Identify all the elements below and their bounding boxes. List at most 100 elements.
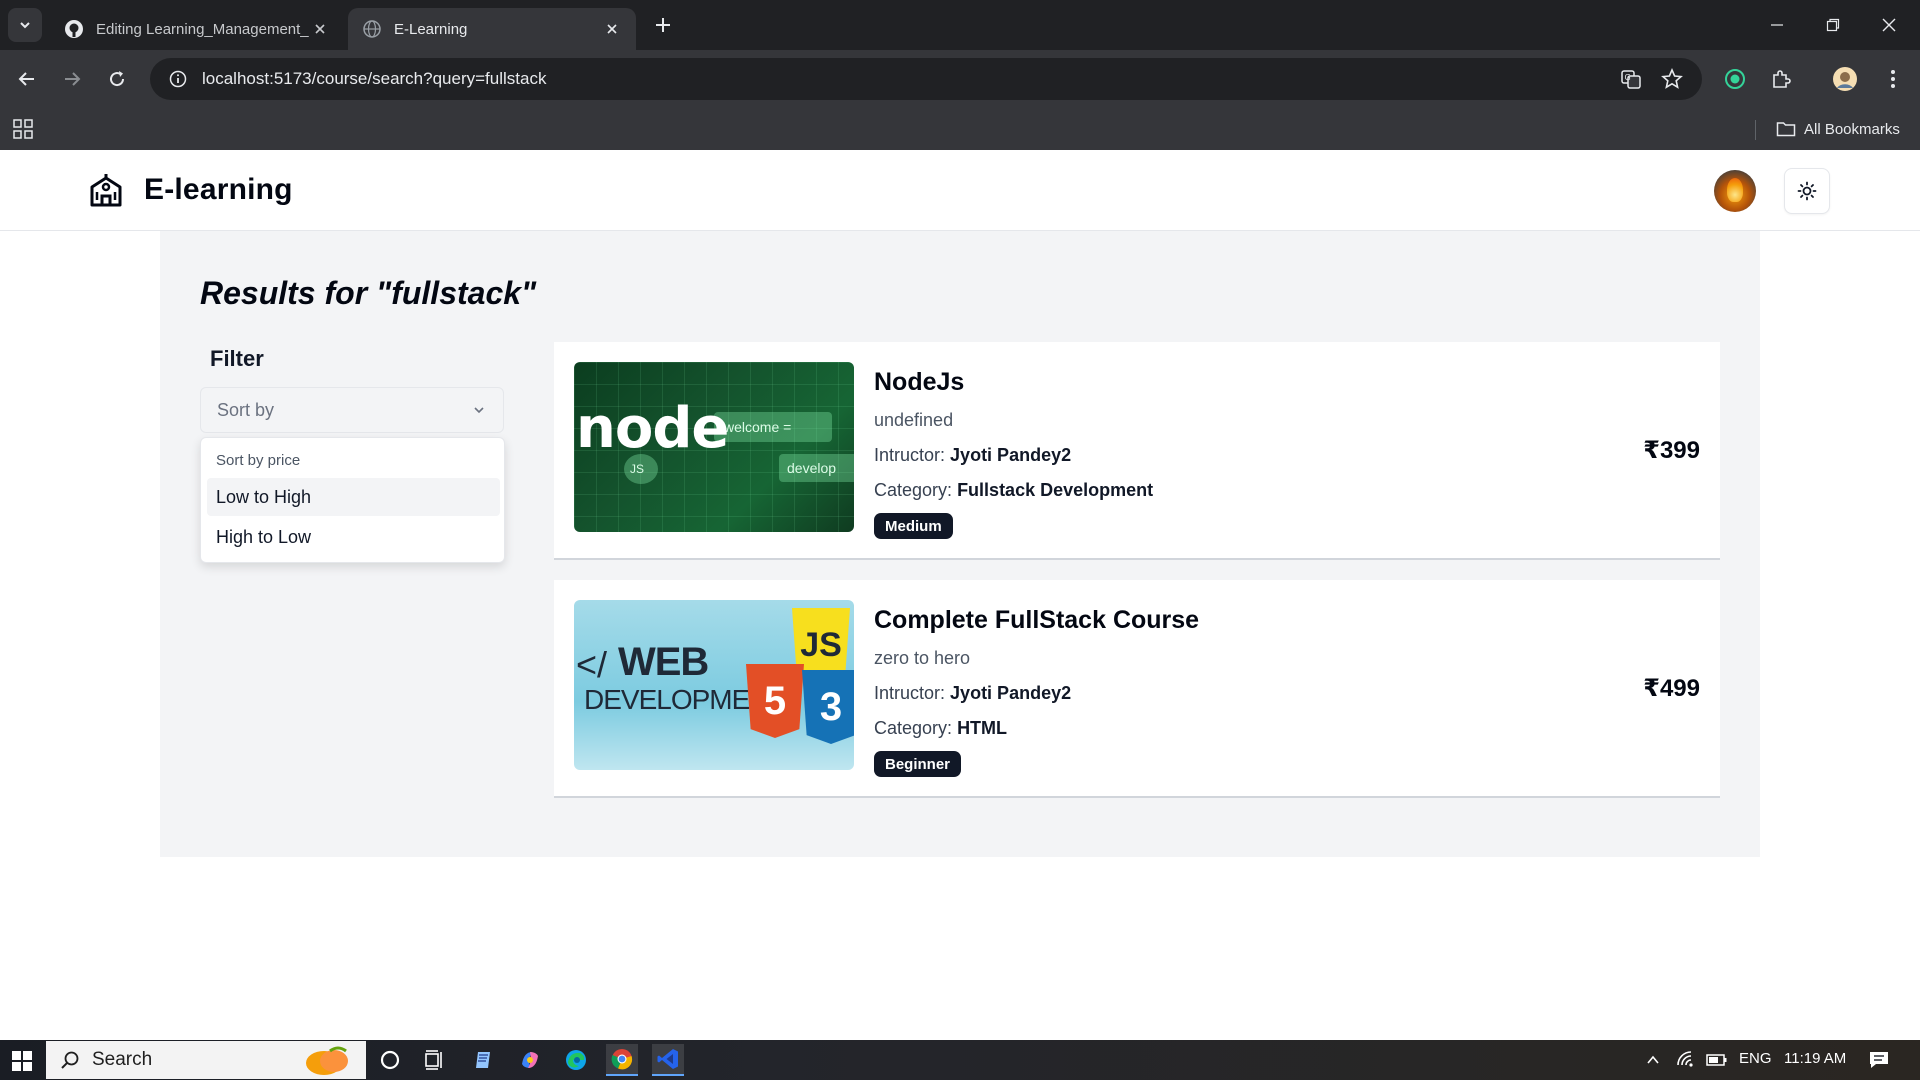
course-card[interactable]: welcome = develop node JS NodeJs undefin…: [554, 342, 1720, 560]
app-logo[interactable]: E-learning: [88, 172, 293, 208]
notepad-app-icon[interactable]: [468, 1044, 500, 1076]
minimize-button[interactable]: [1754, 8, 1800, 42]
battery-icon[interactable]: [1706, 1052, 1728, 1068]
course-instructor: Intructor: Jyoti Pandey2: [874, 445, 1071, 466]
browser-toolbar: localhost:5173/course/search?query=fulls…: [0, 50, 1920, 108]
search-icon: [61, 1051, 79, 1069]
edge-browser-icon[interactable]: [560, 1044, 592, 1076]
plus-icon: [656, 18, 670, 32]
taskbar-search-label: Search: [92, 1049, 153, 1070]
windows-taskbar: Search ENG 11:19 AM: [0, 1040, 1920, 1080]
globe-icon: [362, 19, 382, 39]
level-badge: Beginner: [874, 751, 962, 777]
course-subtitle: zero to hero: [874, 648, 971, 668]
nodejs-thumbnail-art: welcome = develop node JS: [574, 362, 854, 532]
thumbnail-code-bubble: develop: [779, 454, 854, 482]
thumbnail-code-bracket: </: [576, 644, 608, 685]
vscode-app-icon[interactable]: [652, 1044, 684, 1076]
arrow-left-icon: [18, 72, 34, 86]
sort-option-high-to-low[interactable]: High to Low: [207, 518, 500, 556]
svg-text:G: G: [1625, 73, 1631, 82]
course-category: Category: Fullstack Development: [874, 480, 1153, 501]
cortana-icon[interactable]: [374, 1044, 406, 1076]
arrow-right-icon: [65, 72, 81, 86]
category-name: Fullstack Development: [957, 480, 1154, 500]
course-card[interactable]: </ WEB DEVELOPMENT> JS 5 3 Complete Full…: [554, 580, 1720, 798]
bookmark-star-icon[interactable]: [1654, 61, 1690, 97]
page-title: Results for "fullstack": [200, 275, 537, 311]
system-clock[interactable]: 11:19 AM: [1784, 1050, 1846, 1067]
close-icon[interactable]: [310, 19, 330, 39]
chrome-browser-icon[interactable]: [606, 1044, 638, 1076]
address-bar[interactable]: localhost:5173/course/search?query=fulls…: [150, 58, 1702, 100]
taskbar-search-box[interactable]: Search: [46, 1041, 366, 1079]
course-price: ₹399: [1643, 437, 1700, 464]
back-button[interactable]: [9, 61, 45, 97]
sort-by-placeholder: Sort by: [217, 399, 275, 420]
filter-heading: Filter: [210, 346, 264, 371]
app-navbar: E-learning: [0, 150, 1920, 231]
tab-elearning[interactable]: E-Learning: [348, 8, 636, 50]
sort-by-select[interactable]: Sort by: [200, 387, 504, 433]
flame-graphic: [1727, 178, 1743, 202]
course-title[interactable]: NodeJs: [874, 368, 964, 397]
all-bookmarks-button[interactable]: All Bookmarks: [1776, 116, 1900, 142]
close-icon: [1882, 18, 1896, 32]
js-logo-mark: JS: [624, 454, 658, 484]
tab-search-button[interactable]: [8, 8, 42, 42]
close-window-button[interactable]: [1866, 8, 1912, 42]
extensions-puzzle-icon[interactable]: [1763, 61, 1799, 97]
copilot-app-icon[interactable]: [514, 1044, 546, 1076]
extension-green-icon[interactable]: [1717, 61, 1753, 97]
translate-icon[interactable]: G: [1613, 61, 1649, 97]
restore-button[interactable]: [1810, 8, 1856, 42]
windows-start-icon[interactable]: [12, 1051, 32, 1071]
sort-option-low-to-high[interactable]: Low to High: [207, 478, 500, 516]
course-price: ₹499: [1643, 675, 1700, 702]
reload-icon: [110, 71, 125, 87]
chevron-down-icon: [20, 22, 30, 29]
input-language[interactable]: ENG: [1739, 1050, 1772, 1067]
html5-shield-icon: 5: [746, 664, 804, 738]
css3-shield-icon: 3: [802, 670, 854, 744]
brand-name: E-learning: [144, 173, 293, 206]
course-subtitle: undefined: [874, 410, 954, 430]
profile-avatar-icon[interactable]: [1827, 61, 1863, 97]
node-logo-text: node: [576, 396, 729, 461]
bookmarks-bar: All Bookmarks: [0, 108, 1920, 150]
new-tab-button[interactable]: [650, 12, 676, 38]
instructor-name: Jyoti Pandey2: [950, 445, 1072, 465]
course-title[interactable]: Complete FullStack Course: [874, 606, 1199, 635]
user-avatar[interactable]: [1714, 170, 1756, 212]
all-bookmarks-label: All Bookmarks: [1804, 120, 1900, 138]
sort-dropdown-menu: Sort by price Low to High High to Low: [200, 437, 505, 563]
chevron-down-icon: [474, 407, 484, 414]
tab-title: Editing Learning_Management_: [96, 20, 309, 38]
reload-button[interactable]: [99, 61, 135, 97]
github-icon: [64, 19, 84, 39]
task-view-icon[interactable]: [418, 1044, 450, 1076]
theme-toggle-button[interactable]: [1784, 168, 1830, 214]
sun-icon: [1797, 181, 1817, 201]
notifications-icon[interactable]: [1868, 1050, 1890, 1070]
close-icon[interactable]: [602, 19, 622, 39]
restore-icon: [1826, 18, 1840, 32]
chevron-up-icon[interactable]: [1645, 1052, 1661, 1068]
instructor-label: Intructor:: [874, 445, 946, 465]
course-instructor: Intructor: Jyoti Pandey2: [874, 683, 1071, 704]
sort-menu-label: Sort by price: [216, 452, 301, 469]
browser-tab-bar: Editing Learning_Management_ E-Learning: [0, 0, 1920, 50]
web-development-thumbnail-art: </ WEB DEVELOPMENT> JS 5 3: [574, 600, 854, 770]
instructor-name: Jyoti Pandey2: [950, 683, 1072, 703]
tab-github[interactable]: Editing Learning_Management_: [50, 8, 344, 50]
more-vert-icon[interactable]: [1875, 61, 1911, 97]
search-results-section: Results for "fullstack" Filter Sort by S…: [160, 231, 1760, 857]
site-info-icon[interactable]: [158, 59, 198, 99]
course-thumbnail[interactable]: </ WEB DEVELOPMENT> JS 5 3: [574, 600, 854, 770]
apps-grid-icon[interactable]: [12, 118, 34, 140]
instructor-label: Intructor:: [874, 683, 946, 703]
folder-icon: [1776, 122, 1796, 137]
forward-button[interactable]: [54, 61, 90, 97]
course-thumbnail[interactable]: welcome = develop node JS: [574, 362, 854, 532]
wifi-icon[interactable]: [1676, 1050, 1696, 1070]
